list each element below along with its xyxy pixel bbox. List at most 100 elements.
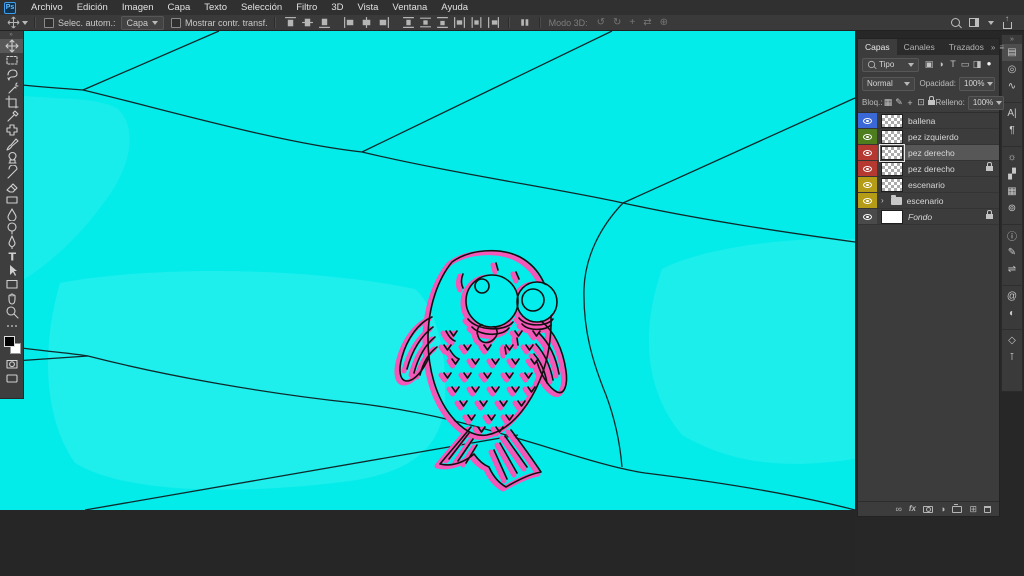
dock-channels-icon[interactable]: ◎ [1002,61,1022,78]
tool-lasso-button[interactable] [0,67,23,81]
layer-row-escenario[interactable]: › escenario [858,193,999,209]
dock-patterns-icon[interactable]: ▦ [1002,183,1022,200]
layer-visibility-toggle[interactable] [858,129,877,144]
tool-gradient-button[interactable] [0,193,23,207]
layer-row-ballena[interactable]: ballena [858,113,999,129]
layer-visibility-toggle[interactable] [858,209,877,224]
document-canvas[interactable] [0,30,856,511]
menu-item-selecci-n[interactable]: Selección [234,0,289,15]
menu-item-imagen[interactable]: Imagen [115,0,161,15]
layer-name[interactable]: escenario [907,196,999,206]
menu-item-filtro[interactable]: Filtro [289,0,324,15]
new-adjustment-icon[interactable]: ◑ [940,504,945,514]
layer-name[interactable]: pez derecho [908,164,979,174]
toolbar-grip[interactable]: » [0,31,23,39]
distribute-hcenter-icon[interactable] [470,16,483,29]
dock-measure-icon[interactable]: ⊺ [1002,349,1022,366]
dock-brush-settings-icon[interactable]: ✎ [1002,244,1022,261]
lock-paint-icon[interactable]: ✎ [893,97,904,108]
filter-pixel-icon[interactable]: ▣ [923,59,935,70]
quick-mask-button[interactable] [0,357,23,371]
layer-visibility-toggle[interactable] [858,193,877,208]
distribute-right-icon[interactable] [487,16,500,29]
tool-blur-button[interactable] [0,207,23,221]
search-icon[interactable] [951,18,960,27]
tool-rectangle-button[interactable] [0,277,23,291]
tool-clone-stamp-button[interactable] [0,151,23,165]
layer-name[interactable]: Fondo [908,212,979,222]
tool-crop-button[interactable] [0,95,23,109]
tab-canales[interactable]: Canales [897,39,942,55]
filter-type-dropdown[interactable]: Tipo [862,57,919,72]
tool-eyedropper-button[interactable] [0,109,23,123]
dock-3d-icon[interactable]: ◇ [1002,329,1022,349]
link-layers-icon[interactable]: ∞ [895,504,901,514]
dock-paragraph-icon[interactable]: ¶ [1002,122,1022,139]
opacity-field[interactable]: 100% [959,76,995,91]
add-mask-icon[interactable] [923,505,934,513]
layer-effects-icon[interactable]: fx [909,504,916,514]
filter-adjustment-icon[interactable]: ◑ [935,59,947,70]
align-right-icon[interactable] [377,16,390,29]
screen-mode-button[interactable] [0,371,23,385]
photoshop-logo-icon[interactable]: Ps [4,1,16,14]
tool-healing-brush-button[interactable] [0,123,23,137]
delete-layer-icon[interactable] [984,505,991,513]
lock-artboard-icon[interactable]: ⊡ [915,97,926,108]
blend-mode-dropdown[interactable]: Normal [862,76,915,91]
distribute-vcenter-icon[interactable] [419,16,432,29]
menu-item-vista[interactable]: Vista [350,0,385,15]
new-group-icon[interactable] [952,503,963,513]
tool-pen-button[interactable] [0,235,23,249]
lock-position-icon[interactable]: + [904,98,915,108]
workspace-icon[interactable] [969,18,979,27]
dock-libraries-icon[interactable]: @ [1002,285,1022,305]
filter-toggle-icon[interactable]: ● [983,59,995,70]
layer-visibility-toggle[interactable] [858,177,877,192]
layer-name[interactable]: pez derecho [908,148,999,158]
share-icon[interactable] [1003,14,1012,29]
align-hcenter-icon[interactable] [360,16,373,29]
tool-zoom-button[interactable] [0,305,23,319]
lock-all-icon[interactable] [928,96,936,105]
layer-name[interactable]: escenario [908,180,999,190]
tab-capas[interactable]: Capas [858,39,897,55]
distribute-left-icon[interactable] [453,16,466,29]
distribute-spacing-icon[interactable] [518,16,531,29]
layer-row-fondo[interactable]: Fondo [858,209,999,225]
dock-properties-icon[interactable]: ⇌ [1002,261,1022,278]
layer-thumbnail[interactable] [881,161,903,176]
tool-brush-button[interactable] [0,137,23,151]
group-disclosure-icon[interactable]: › [881,196,884,205]
menu-item-ayuda[interactable]: Ayuda [434,0,475,15]
show-transform-checkbox[interactable] [171,17,182,28]
menu-item-3d[interactable]: 3D [324,0,350,15]
menu-item-capa[interactable]: Capa [161,0,198,15]
panel-menu-icon[interactable]: ≡ [999,43,1004,52]
color-swatches[interactable] [3,335,21,355]
tab-trazados[interactable]: Trazados [942,39,991,55]
align-top-icon[interactable] [284,16,297,29]
distribute-top-icon[interactable] [402,16,415,29]
dock-masks-icon[interactable]: ◐ [1002,305,1022,322]
tool-quick-select-button[interactable] [0,81,23,95]
menu-item-ventana[interactable]: Ventana [385,0,434,15]
layer-visibility-toggle[interactable] [858,145,877,160]
dock-styles-icon[interactable]: ▞ [1002,166,1022,183]
filter-shape-icon[interactable]: ▭ [959,59,971,70]
fill-field[interactable]: 100% [967,95,1004,110]
auto-select-checkbox[interactable] [44,17,54,28]
filter-type-icon[interactable]: T [947,59,959,70]
layer-thumbnail[interactable] [881,177,903,192]
tool-marquee-button[interactable] [0,53,23,67]
tool-preset-caret-icon[interactable] [22,20,28,25]
tool-type-button[interactable]: T [0,249,23,264]
layer-row-escenario[interactable]: escenario [858,177,999,193]
layer-row-pez-derecho[interactable]: pez derecho [858,143,999,162]
tool-path-select-button[interactable] [0,263,23,277]
panel-collapse-icon[interactable]: » [991,43,995,52]
menu-item-texto[interactable]: Texto [197,0,234,15]
menu-item-edici-n[interactable]: Edición [70,0,115,15]
new-layer-icon[interactable]: ⊞ [969,504,977,514]
dock-character-icon[interactable]: A| [1002,102,1022,122]
